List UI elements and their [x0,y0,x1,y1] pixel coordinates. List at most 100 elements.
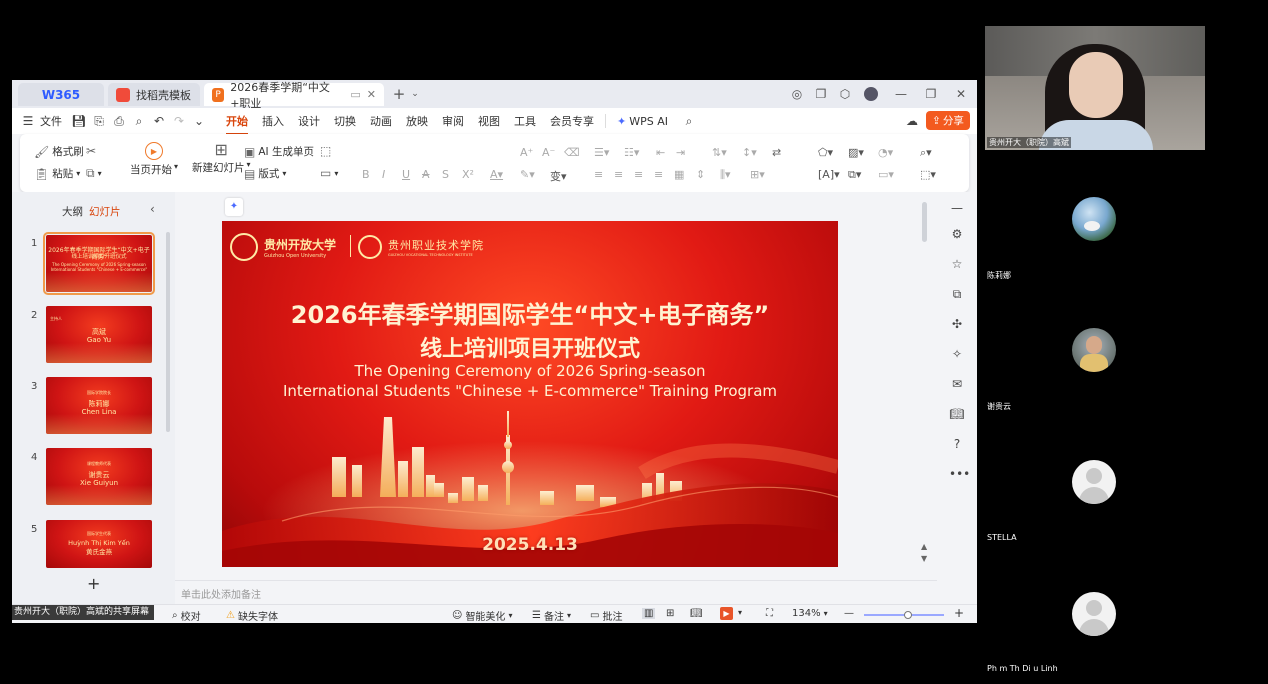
tab-outline[interactable]: 大纲 [62,204,83,219]
increase-font-icon[interactable]: A⁺ [520,146,533,159]
zoom-out-icon[interactable]: — [844,608,854,619]
help-icon[interactable]: ? [949,436,965,452]
slide-thumbnail-1[interactable]: 2026年春季学期国际学生“中文+电子商务” 线上培训项目开班仪式 The Op… [43,232,155,295]
shadow-icon[interactable]: S [442,168,449,181]
more-chevron-icon[interactable]: ⌄ [191,113,207,129]
user-avatar-icon[interactable] [862,85,880,103]
justify-icon[interactable]: ≡ [654,168,663,181]
menu-transition[interactable]: 切换 [327,113,363,129]
line-spacing-icon[interactable]: ↕▾ [742,146,757,159]
print-icon[interactable]: ⎙ [111,113,127,129]
bold-icon[interactable]: B [362,168,370,181]
menu-slideshow[interactable]: 放映 [399,113,435,129]
section-button[interactable]: ▭ ▾ [320,166,338,180]
new-slide-button[interactable]: ⊞ 新建幻灯片 ▾ [192,142,251,175]
menu-tools[interactable]: 工具 [507,113,543,129]
decrease-font-icon[interactable]: A⁻ [542,146,555,159]
participant-avatar-1[interactable] [1072,197,1116,241]
zoom-slider-handle[interactable] [904,611,912,619]
star-icon[interactable]: ☆ [949,256,965,272]
preview-icon[interactable]: ⌕ [131,113,147,129]
columns-icon[interactable]: ⫼▾ [720,168,731,182]
screenshot-button[interactable]: ⬚ [320,144,331,158]
fill-icon[interactable]: ◔▾ [878,146,893,159]
increase-indent-icon[interactable]: ⇥ [676,146,685,159]
slide-thumbnail-2[interactable]: 主持人 高斌 Gao Yu [46,306,152,363]
menu-animation[interactable]: 动画 [363,113,399,129]
search-icon[interactable]: ⌕ [681,113,697,129]
book-icon[interactable]: 📖︎ [949,406,965,422]
ai-assistant-icon[interactable]: ✦ [225,198,243,216]
zoom-level[interactable]: 134% ▾ [792,608,828,619]
tab-document[interactable]: P 2026春季学期“中文+职业 ▭ ✕ [204,81,384,110]
menu-home[interactable]: 开始 [219,113,255,135]
format-painter-button[interactable]: 🖌︎ 格式刷 [34,144,84,159]
settings-sliders-icon[interactable]: ⚙ [949,226,965,242]
vertical-align-icon[interactable]: ⇕ [696,168,705,181]
tab-slides[interactable]: 幻灯片 [89,204,121,219]
transition-icon[interactable]: ⧉ [949,286,965,302]
zoom-in-icon[interactable]: + [954,606,964,620]
convert-icon[interactable]: ⇄ [772,146,781,159]
notes-area[interactable]: 单击此处添加备注 [175,580,937,605]
participant-avatar-4[interactable] [1072,592,1116,636]
underline-icon[interactable]: U [402,168,410,181]
current-slide[interactable]: 贵州开放大学 Guizhou Open University 贵州职业技术学院 … [222,221,838,567]
strikethrough-icon[interactable]: A [422,168,430,181]
participant-avatar-2[interactable] [1072,328,1116,372]
missing-font-button[interactable]: ⚠ 缺失字体 [226,608,278,623]
italic-icon[interactable]: I [382,168,385,181]
tab-templates[interactable]: 找稻壳模板 [108,83,200,106]
paste-button[interactable]: 📋︎ 粘贴 ▾ [34,166,80,181]
minimize-icon[interactable]: — [892,85,910,103]
menu-member[interactable]: 会员专享 [543,113,601,129]
play-from-current-button[interactable]: ▶ 当页开始 ▾ [130,142,178,177]
collapse-icon[interactable]: — [949,200,965,216]
clear-format-icon[interactable]: ⌫ [564,146,580,159]
comment-icon[interactable]: ✉ [949,376,965,392]
ai-generate-button[interactable]: ▣ AI 生成单页 [244,144,314,159]
comments-toggle[interactable]: ▭ 批注 [590,608,622,623]
menu-view[interactable]: 视图 [471,113,507,129]
highlight-icon[interactable]: ✎▾ [520,168,535,181]
slide-thumbnail-5[interactable]: 国际学生代表 Huỳnh Thị Kim Yến 黄氏金燕 [46,520,152,568]
scroll-down-icon[interactable]: ▼ [921,554,927,563]
save-icon[interactable]: 💾︎ [71,113,87,129]
redo-icon[interactable]: ↷ [171,113,187,129]
scroll-up-icon[interactable]: ▲ [921,542,927,551]
window-icon[interactable]: ❐ [812,85,830,103]
cloud-sync-icon[interactable]: ☁ [904,113,920,129]
textbox-icon[interactable]: [A]▾ [818,168,840,181]
export-icon[interactable]: ⎘ [91,113,107,129]
char-spacing-icon[interactable]: 变▾ [550,168,567,184]
menu-wps-ai[interactable]: ✦ WPS AI [610,115,675,128]
align-right-icon[interactable]: ≡ [634,168,643,181]
menu-design[interactable]: 设计 [291,113,327,129]
shape-icon[interactable]: ⬠▾ [818,146,833,159]
reading-view-icon[interactable]: 📖︎ [690,608,703,619]
close-window-icon[interactable]: ✕ [952,85,970,103]
tab-w365[interactable]: W365 [18,83,104,106]
layout-button[interactable]: ▤ 版式 ▾ [244,166,286,181]
smartart-icon[interactable]: ⊞▾ [750,168,765,181]
panel-scrollbar[interactable] [166,232,170,432]
chat-icon[interactable]: ◎ [788,85,806,103]
menu-insert[interactable]: 插入 [255,113,291,129]
canvas-scrollbar[interactable] [922,202,927,242]
beautify-button[interactable]: ☺ 智能美化 ▾ [452,608,512,623]
decrease-indent-icon[interactable]: ⇤ [656,146,665,159]
chevron-down-icon[interactable]: ⌄ [406,85,424,103]
fit-window-icon[interactable]: ⛶ [766,608,773,619]
menu-file[interactable]: 文件 [38,113,69,129]
more-icon[interactable]: ••• [949,466,970,482]
find-icon[interactable]: ⌕▾ [920,146,932,160]
grid-view-icon[interactable]: ⊞ [666,608,674,619]
outline-icon[interactable]: ▭▾ [878,168,894,181]
proofread-button[interactable]: ⌕ 校对 [172,608,201,623]
slideshow-menu-icon[interactable]: ▾ [738,608,742,617]
picture-icon[interactable]: ▨▾ [848,146,864,159]
slide-thumbnail-3[interactable]: 国际学院院长 陈莉娜 Chen Lina [46,377,152,434]
align-left-icon[interactable]: ≡ [594,168,603,181]
slide-thumbnail-4[interactable]: 课程教师代表 谢贵云 Xie Guiyun [46,448,152,505]
notes-toggle[interactable]: ☰ 备注 ▾ [532,608,571,623]
